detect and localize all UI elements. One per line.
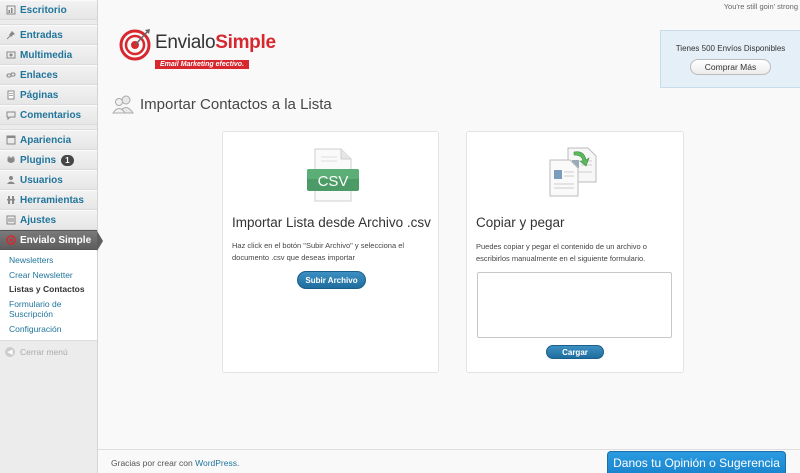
csv-panel-title: Importar Lista desde Archivo .csv bbox=[232, 215, 431, 230]
page-icon bbox=[5, 89, 17, 101]
submenu-configuracion[interactable]: Configuración bbox=[0, 322, 97, 337]
menu-label: Plugins bbox=[20, 154, 57, 166]
menu-label: Envialo Simple bbox=[20, 234, 92, 246]
menu-label: Usuarios bbox=[20, 174, 63, 186]
envialo-icon bbox=[5, 234, 17, 246]
logo-tagline: Email Marketing efectivo. bbox=[155, 60, 250, 69]
plugin-icon bbox=[5, 154, 17, 166]
collapse-menu-button[interactable]: ◀ Cerrar menú bbox=[0, 341, 97, 363]
buy-more-button[interactable]: Comprar Más bbox=[690, 59, 771, 75]
comment-icon bbox=[5, 109, 17, 121]
upload-file-button[interactable]: Subir Archivo bbox=[297, 271, 366, 289]
copy-paste-panel: Copiar y pegar Puedes copiar y pegar el … bbox=[466, 131, 684, 373]
logo-brand-first: Envialo bbox=[155, 32, 216, 53]
pin-icon bbox=[5, 29, 17, 41]
update-count-badge: 1 bbox=[61, 154, 74, 166]
dashboard-icon bbox=[5, 4, 17, 16]
sends-available-text: Tienes 500 Envíos Disponibles bbox=[675, 44, 786, 53]
menu-item-enlaces[interactable]: Enlaces bbox=[0, 65, 97, 85]
menu-label: Comentarios bbox=[20, 109, 82, 121]
tools-icon bbox=[5, 194, 17, 206]
copy-documents-icon bbox=[549, 147, 597, 197]
wordpress-link[interactable]: WordPress bbox=[195, 458, 237, 468]
sends-available-box: Tienes 500 Envíos Disponibles Comprar Má… bbox=[660, 30, 800, 88]
feedback-tab-button[interactable]: Danos tu Opinión o Sugerencia bbox=[607, 451, 786, 473]
menu-item-apariencia[interactable]: Apariencia bbox=[0, 130, 97, 150]
media-icon bbox=[5, 49, 17, 61]
greeting-text: You're still goin' strong bbox=[723, 2, 798, 11]
menu-label: Ajustes bbox=[20, 214, 57, 226]
paste-panel-title: Copiar y pegar bbox=[476, 215, 565, 230]
menu-label: Entradas bbox=[20, 29, 63, 41]
settings-icon bbox=[5, 214, 17, 226]
footer-credit: Gracias por crear con WordPress. bbox=[111, 458, 239, 468]
menu-label: Escritorio bbox=[20, 4, 67, 16]
logo-brand-second: Simple bbox=[215, 32, 276, 53]
menu-item-paginas[interactable]: Páginas bbox=[0, 85, 97, 105]
appearance-icon bbox=[5, 134, 17, 146]
menu-item-entradas[interactable]: Entradas bbox=[0, 25, 97, 45]
contacts-textarea[interactable] bbox=[477, 272, 672, 338]
menu-item-escritorio[interactable]: Escritorio bbox=[0, 0, 97, 20]
page-heading: Importar Contactos a la Lista bbox=[112, 94, 332, 114]
link-icon bbox=[5, 69, 17, 81]
collapse-label: Cerrar menú bbox=[20, 347, 68, 357]
menu-label: Multimedia bbox=[20, 49, 73, 61]
load-button[interactable]: Cargar bbox=[546, 345, 604, 359]
submenu-crear-newsletter[interactable]: Crear Newsletter bbox=[0, 268, 97, 283]
menu-label: Apariencia bbox=[20, 134, 72, 146]
submenu-newsletters[interactable]: Newsletters bbox=[0, 253, 97, 268]
menu-item-comentarios[interactable]: Comentarios bbox=[0, 105, 97, 125]
menu-label: Herramientas bbox=[20, 194, 84, 206]
import-csv-panel: CSV Importar Lista desde Archivo .csv Ha… bbox=[222, 131, 439, 373]
paste-panel-description: Puedes copiar y pegar el contenido de un… bbox=[476, 242, 647, 263]
menu-item-ajustes[interactable]: Ajustes bbox=[0, 210, 97, 230]
csv-panel-description: Haz click en el botón "Subir Archivo" y … bbox=[232, 241, 405, 262]
menu-item-envialo-simple[interactable]: Envialo Simple bbox=[0, 230, 103, 251]
submenu-listas-contactos[interactable]: Listas y Contactos bbox=[0, 282, 97, 297]
users-icon bbox=[5, 174, 17, 186]
footer-text: Gracias por crear con bbox=[111, 458, 193, 468]
csv-file-icon: CSV bbox=[307, 148, 359, 202]
footer-divider bbox=[98, 449, 800, 450]
menu-label: Páginas bbox=[20, 89, 59, 101]
envialo-submenu: Newsletters Crear Newsletter Listas y Co… bbox=[0, 250, 97, 341]
menu-item-plugins[interactable]: Plugins 1 bbox=[0, 150, 97, 170]
contacts-icon bbox=[112, 95, 134, 114]
envialo-simple-logo: EnvialoSimple Email Marketing efectivo. bbox=[118, 27, 276, 71]
menu-item-multimedia[interactable]: Multimedia bbox=[0, 45, 97, 65]
menu-item-usuarios[interactable]: Usuarios bbox=[0, 170, 97, 190]
menu-item-herramientas[interactable]: Herramientas bbox=[0, 190, 97, 210]
admin-sidebar: Escritorio Entradas Multimedia Enlaces P… bbox=[0, 0, 103, 473]
target-logo-icon bbox=[119, 29, 151, 61]
collapse-arrow-icon: ◀ bbox=[5, 347, 15, 357]
footer-period: . bbox=[237, 458, 240, 468]
menu-label: Enlaces bbox=[20, 69, 58, 81]
page-title: Importar Contactos a la Lista bbox=[140, 95, 332, 113]
csv-icon-label: CSV bbox=[318, 173, 349, 190]
submenu-formulario-suscripcion[interactable]: Formulario de Suscripción bbox=[0, 297, 97, 322]
